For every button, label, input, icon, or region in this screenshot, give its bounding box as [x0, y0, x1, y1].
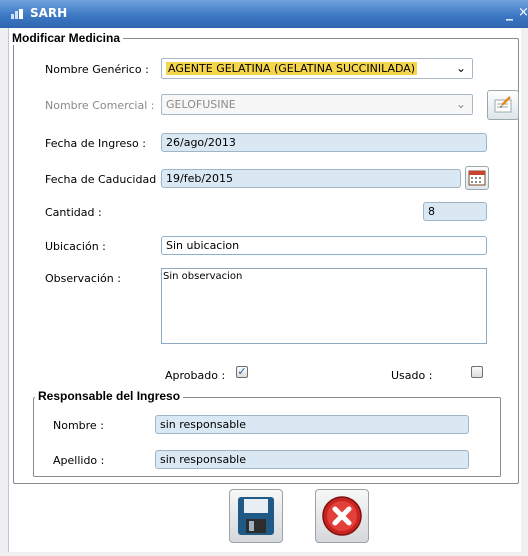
title-bar: SARH _ × — [0, 0, 528, 28]
close-button[interactable]: × — [518, 5, 528, 20]
aprobado-checkbox[interactable]: ✓ — [236, 366, 248, 378]
calendar-icon — [468, 170, 486, 186]
fecha-caducidad-field[interactable]: 19/feb/2015 — [161, 169, 461, 188]
cantidad-field[interactable]: 8 — [423, 202, 487, 221]
nombre-generico-select[interactable]: AGENTE GELATINA (GELATINA SUCCINILADA) ⌄ — [161, 58, 473, 79]
app-icon — [11, 9, 23, 19]
fecha-ingreso-field[interactable]: 26/ago/2013 — [161, 133, 487, 152]
nombre-generico-value: AGENTE GELATINA (GELATINA SUCCINILADA) — [166, 62, 418, 75]
responsable-apellido-field[interactable]: sin responsable — [155, 450, 469, 469]
cantidad-label: Cantidad : — [45, 206, 102, 219]
calendar-button[interactable] — [465, 166, 489, 190]
nombre-comercial-value: GELOFUSINE — [166, 98, 236, 111]
nombre-comercial-label: Nombre Comercial : — [45, 99, 155, 112]
responsable-legend: Responsable del Ingreso — [35, 389, 184, 403]
nombre-label: Nombre : — [53, 419, 104, 432]
responsable-nombre-field[interactable]: sin responsable — [155, 415, 469, 434]
nombre-comercial-select[interactable]: GELOFUSINE ⌄ — [161, 94, 473, 115]
red-x-icon — [322, 496, 362, 536]
chevron-down-icon: ⌄ — [455, 61, 466, 75]
ubicacion-label: Ubicación : — [45, 240, 106, 253]
observacion-textarea[interactable]: Sin observacion — [161, 268, 487, 344]
fecha-ingreso-label: Fecha de Ingreso : — [45, 137, 146, 150]
edit-note-icon — [494, 96, 512, 113]
form-client-area: Modificar Medicina Nombre Genérico : AGE… — [8, 28, 521, 552]
window-title: SARH — [30, 6, 68, 20]
ubicacion-field[interactable]: Sin ubicacion — [161, 236, 487, 255]
save-button[interactable] — [229, 489, 283, 543]
apellido-label: Apellido : — [53, 454, 105, 467]
group-legend: Modificar Medicina — [9, 31, 124, 45]
floppy-disk-icon — [238, 497, 274, 535]
minimize-button[interactable]: _ — [506, 5, 513, 21]
aprobado-label: Aprobado : — [165, 369, 226, 382]
observacion-label: Observación : — [45, 272, 121, 285]
cancel-button[interactable] — [315, 489, 369, 543]
usado-checkbox[interactable] — [471, 366, 483, 378]
fecha-caducidad-label: Fecha de Caducidad : — [45, 173, 164, 186]
nombre-generico-label: Nombre Genérico : — [45, 63, 149, 76]
edit-button[interactable] — [487, 90, 519, 120]
chevron-down-icon: ⌄ — [455, 97, 466, 111]
usado-label: Usado : — [391, 369, 433, 382]
